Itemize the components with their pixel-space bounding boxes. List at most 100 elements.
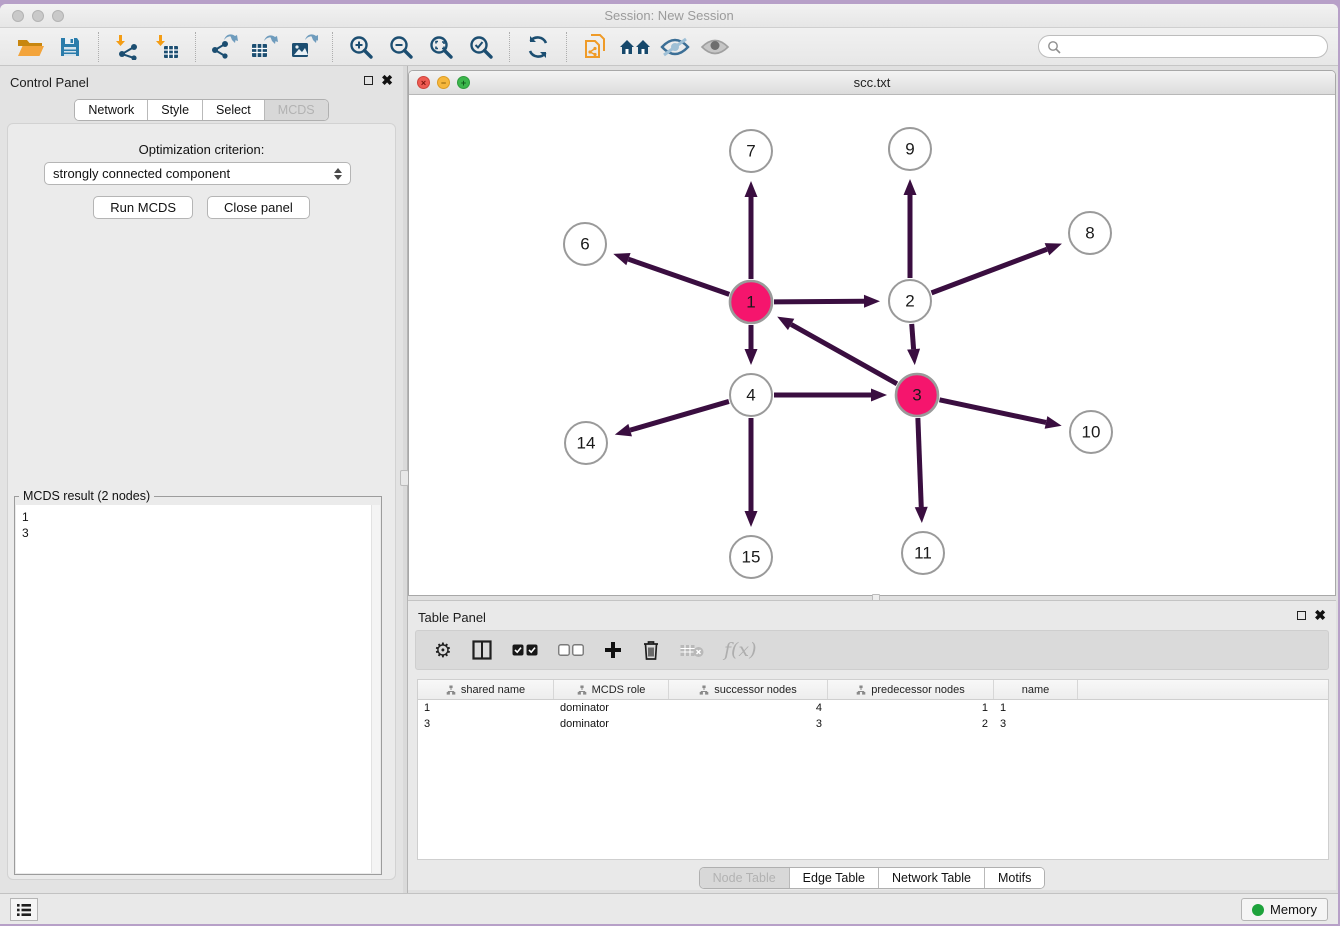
edge-2-8[interactable] [932, 243, 1062, 293]
tab-style[interactable]: Style [148, 100, 203, 120]
node-7[interactable]: 7 [730, 130, 772, 172]
result-scrollbar[interactable] [371, 505, 380, 873]
node-2[interactable]: 2 [889, 280, 931, 322]
search-field[interactable] [1038, 35, 1328, 58]
select-all-button[interactable] [512, 644, 538, 656]
edge-1-4[interactable] [745, 325, 758, 365]
export-network-button[interactable] [204, 30, 244, 64]
show-columns-button[interactable] [472, 640, 492, 660]
tab-network[interactable]: Network [75, 100, 148, 120]
delete-table-button[interactable] [680, 643, 704, 658]
network-canvas[interactable]: 1 2 3 4 6 7 8 9 10 11 14 15 [409, 95, 1335, 595]
node-11[interactable]: 11 [902, 532, 944, 574]
node-3[interactable]: 3 [896, 374, 938, 416]
homes-button[interactable] [615, 30, 655, 64]
close-panel-icon[interactable]: ✖ [381, 75, 393, 86]
cell-MCDS-role[interactable]: dominator [554, 702, 669, 714]
tab-mcds[interactable]: MCDS [265, 100, 328, 120]
table-row[interactable]: 3dominator323 [418, 716, 1328, 732]
export-network-icon [210, 34, 238, 60]
node-14[interactable]: 14 [565, 422, 607, 464]
tab-edge-table[interactable]: Edge Table [790, 868, 879, 888]
node-4[interactable]: 4 [730, 374, 772, 416]
cell-successor-nodes[interactable]: 4 [669, 702, 828, 714]
cell-name[interactable]: 3 [994, 718, 1078, 730]
edge-4-14[interactable] [615, 401, 729, 436]
zoom-in-button[interactable] [341, 30, 381, 64]
node-8[interactable]: 8 [1069, 212, 1111, 254]
search-icon [1047, 40, 1061, 54]
edge-2-9[interactable] [904, 179, 917, 278]
node-1[interactable]: 1 [730, 281, 772, 323]
cell-MCDS-role[interactable]: dominator [554, 718, 669, 730]
zoom-selected-button[interactable] [461, 30, 501, 64]
column-header-successor-nodes[interactable]: successor nodes [669, 680, 828, 699]
open-session-button[interactable] [10, 30, 50, 64]
float-table-panel-icon[interactable] [1297, 611, 1306, 620]
refresh-view-button[interactable] [518, 30, 558, 64]
column-header-MCDS-role[interactable]: MCDS role [554, 680, 669, 699]
edge-3-1[interactable] [777, 317, 897, 384]
deselect-all-button[interactable] [558, 644, 584, 656]
edge-1-2[interactable] [774, 295, 880, 308]
zoom-in-icon [348, 34, 374, 60]
save-session-button[interactable] [50, 30, 90, 64]
close-table-panel-icon[interactable]: ✖ [1314, 610, 1326, 621]
edge-4-3[interactable] [774, 389, 887, 402]
edge-3-11[interactable] [915, 418, 928, 523]
hide-selected-button[interactable] [655, 30, 695, 64]
cell-predecessor-nodes[interactable]: 1 [828, 702, 994, 714]
cell-name[interactable]: 1 [994, 702, 1078, 714]
node-6[interactable]: 6 [564, 223, 606, 265]
memory-status-icon [1252, 904, 1264, 916]
cell-predecessor-nodes[interactable]: 2 [828, 718, 994, 730]
edge-4-15[interactable] [745, 418, 758, 527]
node-label: 4 [746, 386, 755, 405]
duplicate-network-button[interactable] [575, 30, 615, 64]
float-panel-icon[interactable] [364, 76, 373, 85]
table-settings-button[interactable]: ⚙ [434, 640, 452, 660]
arrowhead [907, 349, 920, 365]
zoom-fit-icon [428, 34, 454, 60]
import-table-button[interactable] [147, 30, 187, 64]
arrowhead [745, 349, 758, 365]
table-row[interactable]: 1dominator411 [418, 700, 1328, 716]
add-column-button[interactable] [604, 641, 622, 659]
tab-node-table[interactable]: Node Table [700, 868, 790, 888]
cell-successor-nodes[interactable]: 3 [669, 718, 828, 730]
run-mcds-button[interactable]: Run MCDS [93, 196, 193, 219]
close-panel-button[interactable]: Close panel [207, 196, 310, 219]
column-header-shared-name[interactable]: shared name [418, 680, 554, 699]
zoom-fit-button[interactable] [421, 30, 461, 64]
toolbar-separator [509, 32, 510, 62]
column-header-predecessor-nodes[interactable]: predecessor nodes [828, 680, 994, 699]
tab-network-table[interactable]: Network Table [879, 868, 985, 888]
task-history-button[interactable] [10, 898, 38, 921]
optimization-criterion-dropdown[interactable]: strongly connected component [44, 162, 351, 185]
column-header-name[interactable]: name [994, 680, 1078, 699]
show-all-button[interactable] [695, 30, 735, 64]
memory-button[interactable]: Memory [1241, 898, 1328, 921]
export-table-button[interactable] [244, 30, 284, 64]
apply-function-button[interactable]: f(x) [724, 639, 757, 661]
edge-1-6[interactable] [613, 253, 729, 294]
import-network-button[interactable] [107, 30, 147, 64]
node-15[interactable]: 15 [730, 536, 772, 578]
edge-1-7[interactable] [745, 181, 758, 279]
zoom-out-button[interactable] [381, 30, 421, 64]
tab-motifs[interactable]: Motifs [985, 868, 1044, 888]
delete-column-button[interactable] [642, 640, 660, 660]
refresh-icon [525, 34, 551, 60]
function-icon: f(x) [724, 639, 757, 661]
edge-3-10[interactable] [939, 400, 1061, 429]
search-input[interactable] [1061, 40, 1319, 54]
export-image-button[interactable] [284, 30, 324, 64]
tab-select[interactable]: Select [203, 100, 265, 120]
edge-2-3[interactable] [907, 324, 920, 365]
cell-shared-name[interactable]: 3 [418, 718, 554, 730]
node-10[interactable]: 10 [1070, 411, 1112, 453]
arrowhead [745, 181, 758, 197]
cell-shared-name[interactable]: 1 [418, 702, 554, 714]
mcds-result-box[interactable]: 1 3 [16, 505, 380, 873]
node-9[interactable]: 9 [889, 128, 931, 170]
